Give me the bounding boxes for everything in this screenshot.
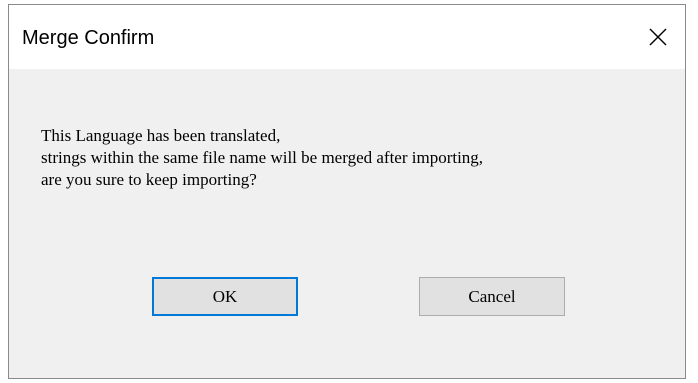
close-icon [649, 28, 667, 46]
title-bar: Merge Confirm [9, 5, 685, 69]
message-line: are you sure to keep importing? [41, 170, 257, 189]
message-line: This Language has been translated, [41, 126, 281, 145]
ok-button[interactable]: OK [152, 277, 298, 316]
message-line: strings within the same file name will b… [41, 148, 484, 167]
dialog-message: This Language has been translated, strin… [41, 125, 483, 191]
close-button[interactable] [631, 5, 685, 69]
merge-confirm-dialog: Merge Confirm This Language has been tra… [8, 4, 686, 379]
cancel-button[interactable]: Cancel [419, 277, 565, 316]
dialog-title: Merge Confirm [22, 27, 155, 49]
